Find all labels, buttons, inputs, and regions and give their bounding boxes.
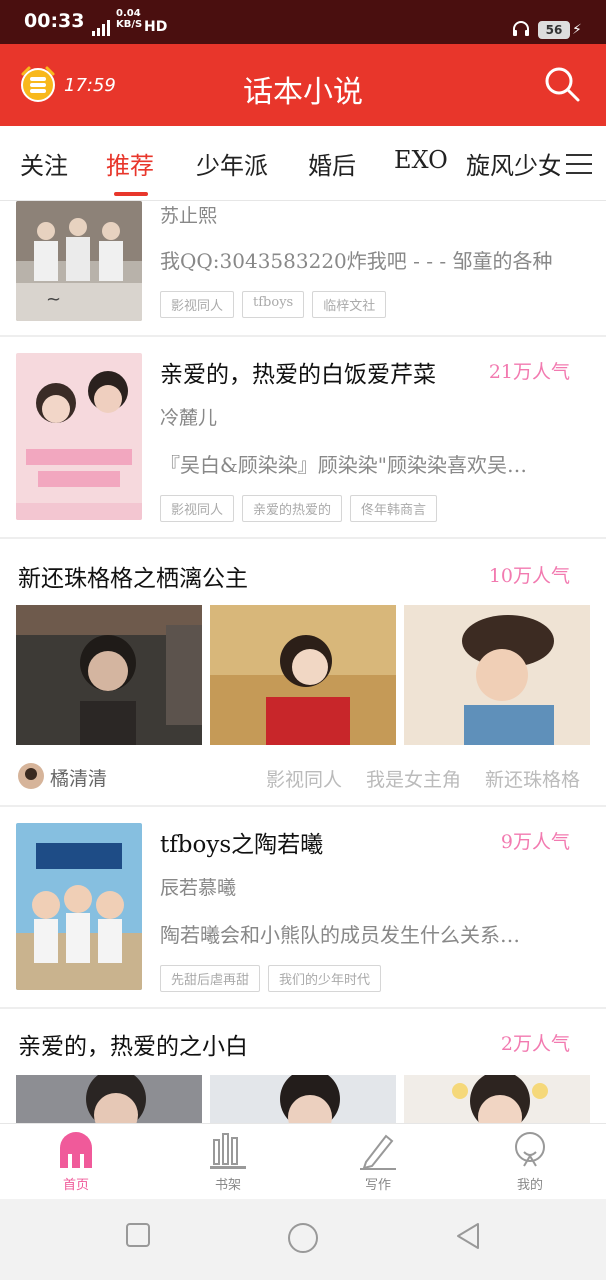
book-description: 我QQ:3043583220炸我吧 - - - 邹童的各种 bbox=[160, 249, 553, 273]
group-title[interactable]: 亲爱的，热爱的之小白 bbox=[18, 1027, 248, 1061]
nav-home-label: 首页 bbox=[62, 1178, 89, 1193]
profile-icon bbox=[515, 1132, 545, 1167]
popularity-count: 21万人气 bbox=[488, 361, 570, 383]
book-author[interactable]: 辰若慕曦 bbox=[160, 873, 236, 900]
status-time: 00:33 bbox=[24, 10, 85, 32]
speed-unit: KB/S bbox=[116, 19, 143, 30]
tag[interactable]: 我是女主角 bbox=[366, 765, 461, 792]
book-tags: 影视同人 tfboys 临梓文社 bbox=[160, 291, 387, 318]
headset-icon bbox=[512, 20, 530, 42]
tab-recommended[interactable]: 推荐 bbox=[106, 146, 154, 181]
tab-whirlwind-girl[interactable]: 旋风少女 bbox=[466, 146, 562, 181]
group-tags: 影视同人 我是女主角 新还珠格格 bbox=[266, 765, 580, 792]
tab-after-marriage[interactable]: 婚后 bbox=[308, 146, 356, 181]
svg-text:~: ~ bbox=[46, 289, 61, 310]
charging-icon: ⚡ bbox=[572, 22, 582, 38]
nav-bookshelf[interactable]: 书架 bbox=[188, 1130, 268, 1193]
book-title[interactable]: tfboys之陶若曦 bbox=[160, 825, 323, 859]
book-tags: 先甜后虐再甜 我们的少年时代 bbox=[160, 965, 382, 992]
signal-icon bbox=[92, 20, 112, 40]
group-photo[interactable] bbox=[16, 1075, 202, 1123]
tag[interactable]: 佟年韩商言 bbox=[350, 495, 438, 522]
nav-write-label: 写作 bbox=[364, 1178, 391, 1193]
group-author[interactable]: 橘清清 bbox=[50, 764, 107, 791]
book-author[interactable]: 冷麓儿 bbox=[160, 403, 217, 430]
tag[interactable]: 影视同人 bbox=[160, 291, 235, 318]
status-bar: 00:33 0.04 KB/S HD 56 ⚡ bbox=[0, 0, 606, 44]
network-speed: 0.04 KB/S bbox=[116, 8, 142, 30]
back-icon[interactable] bbox=[454, 1221, 482, 1251]
bookshelf-icon bbox=[210, 1133, 246, 1169]
book-title[interactable]: 亲爱的，热爱的白饭爱芹菜 bbox=[160, 355, 436, 389]
active-tab-indicator bbox=[114, 192, 148, 196]
bottom-navigation: 首页 书架 写作 我的 bbox=[0, 1123, 606, 1199]
app-header: 17:59 话本小说 bbox=[0, 44, 606, 126]
nav-home[interactable]: 首页 bbox=[36, 1130, 116, 1193]
book-author: 苏止熙 bbox=[160, 205, 218, 227]
group-photo[interactable] bbox=[210, 1075, 396, 1123]
tab-exo[interactable]: EXO bbox=[394, 146, 448, 174]
system-navigation-bar bbox=[0, 1199, 606, 1280]
tag[interactable]: 影视同人 bbox=[160, 495, 235, 522]
category-tab-bar: 关注 推荐 少年派 婚后 EXO 旋风少女 bbox=[0, 126, 606, 201]
menu-icon[interactable] bbox=[560, 146, 596, 182]
tag[interactable]: 临梓文社 bbox=[312, 291, 387, 318]
recent-apps-icon[interactable] bbox=[124, 1221, 152, 1249]
recommendation-feed[interactable]: ~ 苏止熙 我QQ:3043583220炸我吧 - - - 邹童的各种 影视同人… bbox=[0, 201, 606, 1123]
nav-profile[interactable]: 我的 bbox=[490, 1130, 570, 1193]
book-group-card[interactable]: 亲爱的，热爱的之小白 2万人气 bbox=[0, 1009, 606, 1123]
tag[interactable]: 先甜后虐再甜 bbox=[160, 965, 261, 992]
home-icon bbox=[60, 1132, 92, 1168]
tag[interactable]: 影视同人 bbox=[266, 765, 342, 792]
pencil-icon bbox=[360, 1134, 396, 1170]
book-card[interactable]: tfboys之陶若曦 9万人气 辰若慕曦 陶若曦会和小熊队的成员发生什么关系… … bbox=[0, 807, 606, 1007]
nav-profile-label: 我的 bbox=[516, 1178, 543, 1193]
home-button-icon[interactable] bbox=[286, 1221, 320, 1255]
book-cover[interactable] bbox=[16, 823, 142, 990]
battery-indicator: 56 bbox=[538, 21, 570, 39]
tag[interactable]: 新还珠格格 bbox=[485, 765, 580, 792]
group-photo[interactable] bbox=[16, 605, 202, 745]
book-card[interactable]: ~ 苏止熙 我QQ:3043583220炸我吧 - - - 邹童的各种 影视同人… bbox=[0, 201, 606, 336]
tab-shaonianpai[interactable]: 少年派 bbox=[196, 146, 268, 181]
hd-badge: HD bbox=[144, 19, 168, 35]
book-cover[interactable] bbox=[16, 353, 142, 520]
group-title[interactable]: 新还珠格格之栖漓公主 bbox=[18, 559, 248, 593]
nav-bookshelf-label: 书架 bbox=[214, 1178, 241, 1193]
book-cover[interactable]: ~ bbox=[16, 201, 142, 321]
tag[interactable]: 我们的少年时代 bbox=[268, 965, 382, 992]
popularity-count: 9万人气 bbox=[500, 831, 570, 853]
speed-value: 0.04 bbox=[116, 8, 141, 19]
group-photo[interactable] bbox=[210, 605, 396, 745]
book-card[interactable]: 亲爱的，热爱的白饭爱芹菜 21万人气 冷麓儿 『吴白&顾染染』顾染染"顾染染喜欢… bbox=[0, 337, 606, 537]
book-description: 『吴白&顾染染』顾染染"顾染染喜欢吴… bbox=[160, 453, 528, 477]
author-avatar[interactable] bbox=[18, 763, 44, 789]
tag[interactable]: 亲爱的热爱的 bbox=[242, 495, 343, 522]
book-tags: 影视同人 亲爱的热爱的 佟年韩商言 bbox=[160, 495, 438, 522]
popularity-count: 2万人气 bbox=[500, 1033, 570, 1055]
group-photo[interactable] bbox=[404, 605, 590, 745]
nav-write[interactable]: 写作 bbox=[338, 1130, 418, 1193]
book-description: 陶若曦会和小熊队的成员发生什么关系… bbox=[160, 923, 520, 947]
tag[interactable]: tfboys bbox=[242, 291, 305, 318]
tab-following[interactable]: 关注 bbox=[20, 146, 68, 181]
app-title: 话本小说 bbox=[243, 75, 363, 110]
popularity-count: 10万人气 bbox=[488, 565, 570, 587]
group-photo[interactable] bbox=[404, 1075, 590, 1123]
search-icon[interactable] bbox=[542, 64, 582, 104]
book-group-card[interactable]: 新还珠格格之栖漓公主 10万人气 橘清清 影视同人 我是女主角 新还珠格格 bbox=[0, 539, 606, 805]
